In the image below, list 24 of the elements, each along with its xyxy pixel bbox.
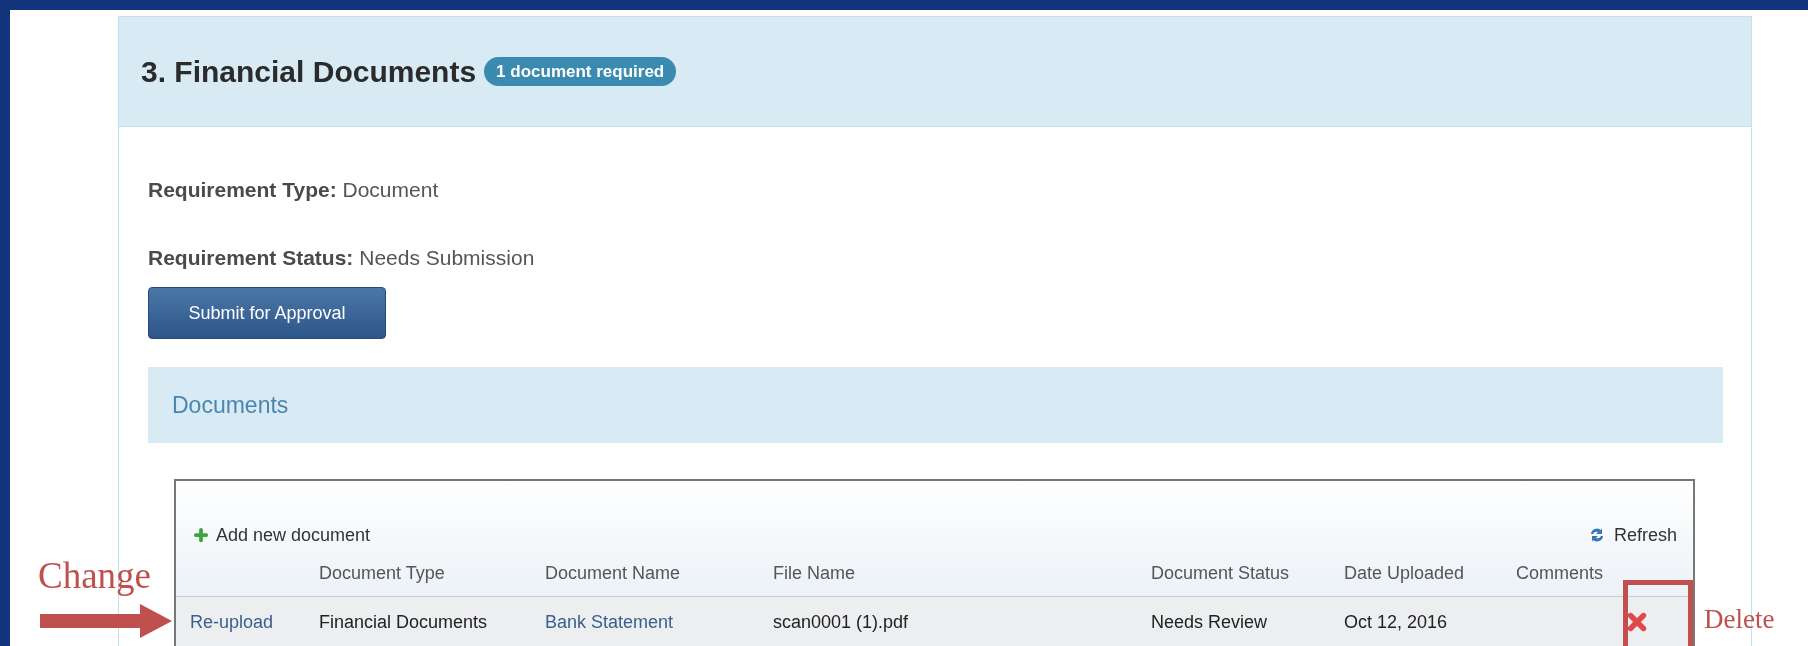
table-cell-text: scan0001 (1).pdf (773, 610, 910, 634)
table-cell-text: Oct 12, 2016 (1344, 610, 1449, 634)
add-document-button[interactable]: Add new document (192, 521, 371, 549)
highlight-frame (1623, 580, 1693, 646)
column-header[interactable]: Comments (1516, 560, 1626, 587)
column-header[interactable]: Document Name (545, 560, 773, 587)
submit-button[interactable]: Submit for Approval (148, 287, 386, 339)
section-title: 3. Financial Documents (141, 54, 477, 90)
requirement-text: Requirement Type: Document (148, 177, 440, 203)
column-header[interactable]: Date Uploaded (1344, 560, 1516, 587)
column-header[interactable]: File Name (773, 560, 1151, 587)
table-cell-text: Financial Documents (319, 610, 489, 634)
reupload-link[interactable]: Re-upload (190, 608, 319, 636)
column-header[interactable]: Document Status (1151, 560, 1344, 587)
document-name-link[interactable]: Bank Statement (545, 608, 773, 636)
documents-title: Documents (172, 390, 289, 420)
column-header[interactable]: Document Type (319, 560, 545, 587)
delete-annotation: Delete (1704, 603, 1775, 636)
plus-icon (192, 526, 210, 544)
table-cell-text: Needs Review (1151, 610, 1269, 634)
refresh-button[interactable]: Refresh (1587, 521, 1677, 549)
change-annotation: Change (38, 554, 152, 598)
required-badge: 1 document required (484, 56, 677, 87)
requirement-text: Requirement Status: Needs Submission (148, 245, 536, 271)
